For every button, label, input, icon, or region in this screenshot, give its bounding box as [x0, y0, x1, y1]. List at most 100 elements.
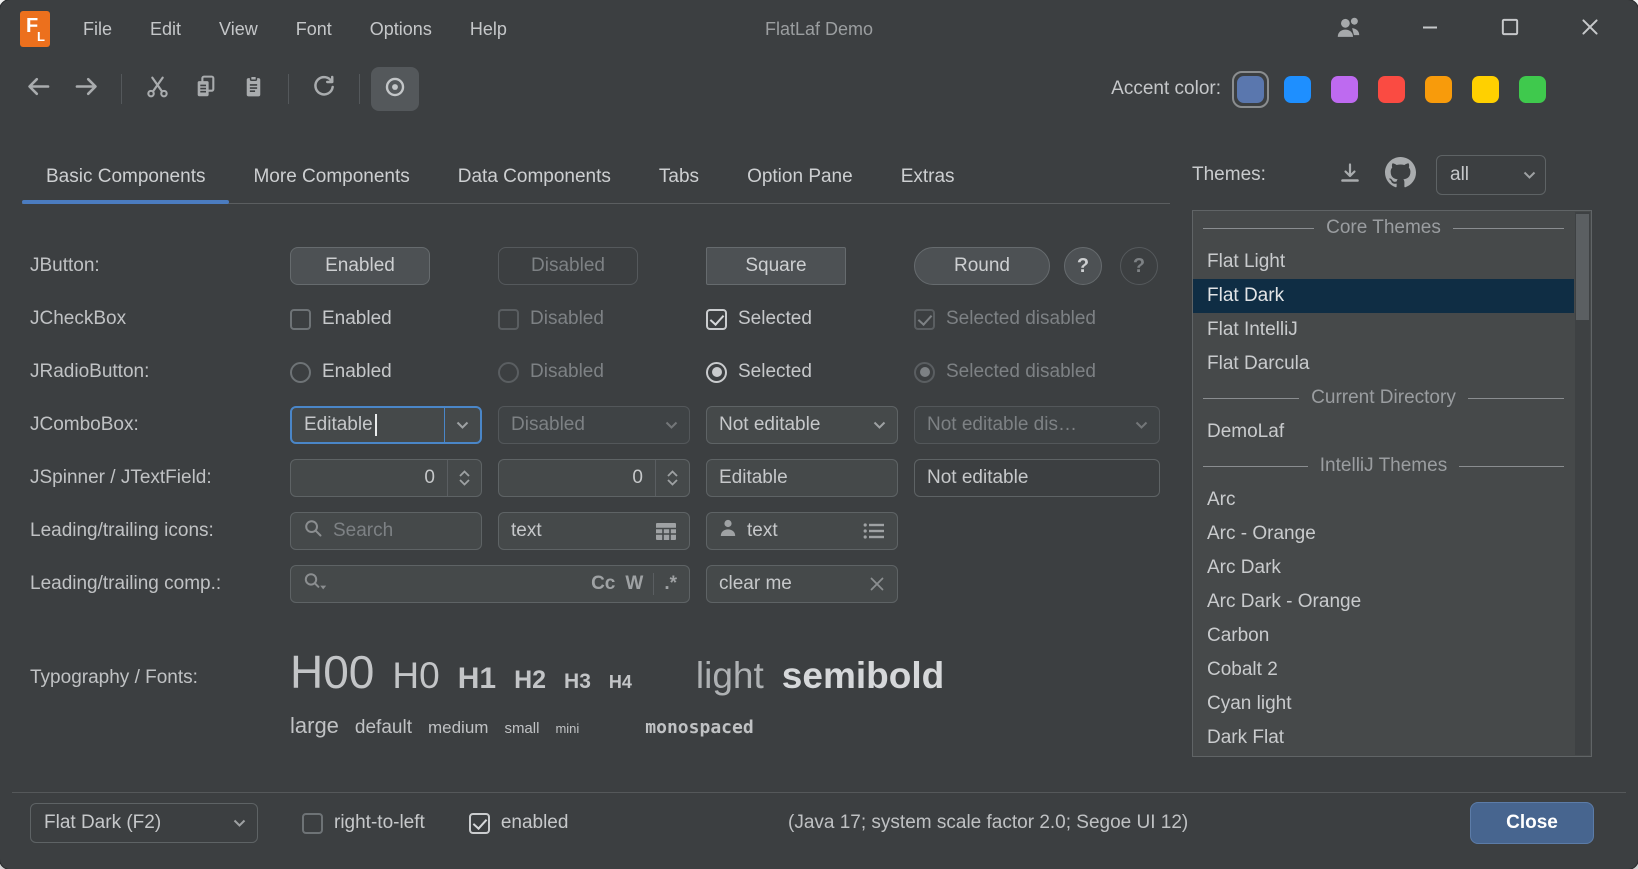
minimize-button[interactable]: [1390, 0, 1470, 58]
theme-item-carbon[interactable]: Carbon: [1193, 619, 1574, 653]
menu-help[interactable]: Help: [451, 0, 526, 58]
theme-item-arc-dark[interactable]: Arc Dark: [1193, 551, 1574, 585]
cut-button[interactable]: [133, 67, 181, 111]
accent-swatch-yellow[interactable]: [1472, 76, 1499, 103]
checkbox-option-enabled[interactable]: Enabled: [290, 308, 392, 330]
theme-item-flat-light[interactable]: Flat Light: [1193, 245, 1574, 279]
text-field-person-list[interactable]: text: [706, 512, 898, 550]
accent-swatch-default-blue[interactable]: [1237, 76, 1264, 103]
typography-headings: H00H0H1H2H3H4lightsemibold: [290, 645, 944, 699]
match-case-toggle[interactable]: Cc: [591, 573, 615, 595]
enabled-button[interactable]: Enabled: [290, 247, 430, 285]
paste-button[interactable]: [229, 67, 277, 111]
combobox-editable-value: Editable: [304, 414, 373, 436]
show-button[interactable]: [371, 67, 419, 111]
table-icon[interactable]: [655, 522, 677, 541]
typography-h00: H00: [290, 645, 374, 699]
textfield-editable[interactable]: Editable: [706, 459, 898, 497]
round-button[interactable]: Round: [914, 247, 1050, 285]
accent-swatch-green[interactable]: [1519, 76, 1546, 103]
themes-filter-combobox[interactable]: all: [1436, 155, 1546, 195]
checkbox-enabled[interactable]: [290, 309, 311, 330]
theme-item-flat-darcula[interactable]: Flat Darcula: [1193, 347, 1574, 381]
tab-basic-components[interactable]: Basic Components: [22, 150, 229, 204]
spinner-arrows-icon[interactable]: [655, 460, 689, 496]
spinner-2[interactable]: 0: [498, 459, 690, 497]
chevron-down-icon[interactable]: [861, 407, 897, 443]
accent-swatch-purple[interactable]: [1331, 76, 1358, 103]
accent-swatch-red[interactable]: [1378, 76, 1405, 103]
flatlaf-logo-icon: F L: [20, 11, 50, 47]
close-window-button[interactable]: [1550, 0, 1630, 58]
download-icon[interactable]: [1337, 161, 1363, 190]
lookandfeel-value: Flat Dark (F2): [31, 812, 221, 834]
menu-options[interactable]: Options: [351, 0, 451, 58]
icons-row-label: Leading/trailing icons:: [30, 520, 274, 542]
combobox-editable[interactable]: Editable: [290, 406, 482, 444]
theme-item-demolaf[interactable]: DemoLaf: [1193, 415, 1574, 449]
text-field-person-value: text: [747, 520, 778, 542]
spinner-arrows-icon[interactable]: [447, 460, 481, 496]
menu-view[interactable]: View: [200, 0, 277, 58]
tab-tabs[interactable]: Tabs: [635, 150, 723, 204]
theme-item-arc-orange[interactable]: Arc - Orange: [1193, 517, 1574, 551]
tab-extras[interactable]: Extras: [877, 150, 979, 204]
text-field-table[interactable]: text: [498, 512, 690, 550]
chevron-down-icon[interactable]: [444, 408, 480, 442]
paste-icon: [241, 74, 266, 104]
radio-enabled[interactable]: [290, 362, 311, 383]
close-button[interactable]: Close: [1470, 802, 1594, 844]
enabled-checkbox[interactable]: [469, 813, 490, 834]
menu-file[interactable]: File: [64, 0, 131, 58]
radio-selected[interactable]: [706, 362, 727, 383]
search-dropdown-icon[interactable]: [303, 571, 328, 597]
checkbox-selected[interactable]: [706, 309, 727, 330]
copy-button[interactable]: [181, 67, 229, 111]
refresh-button[interactable]: [300, 67, 348, 111]
github-icon[interactable]: [1385, 157, 1416, 193]
accent-swatches: [1237, 76, 1546, 103]
combobox-not-editable[interactable]: Not editable: [706, 406, 898, 444]
radio-option-enabled[interactable]: Enabled: [290, 361, 392, 383]
back-button[interactable]: [14, 67, 62, 111]
clearable-field[interactable]: clear me: [706, 565, 898, 603]
theme-item-cyan-light[interactable]: Cyan light: [1193, 687, 1574, 721]
spinner-1[interactable]: 0: [290, 459, 482, 497]
theme-item-arc[interactable]: Arc: [1193, 483, 1574, 517]
square-button[interactable]: Square: [706, 247, 846, 285]
enabled-option[interactable]: enabled: [469, 812, 569, 834]
theme-item-flat-dark[interactable]: Flat Dark: [1193, 279, 1574, 313]
accent-swatch-blue[interactable]: [1284, 76, 1311, 103]
textfield-editable-value: Editable: [719, 467, 788, 489]
search-options-field[interactable]: Cc W .*: [290, 565, 690, 603]
regex-toggle[interactable]: .*: [664, 573, 677, 595]
maximize-button[interactable]: [1470, 0, 1550, 58]
menu-edit[interactable]: Edit: [131, 0, 200, 58]
right-to-left-option[interactable]: right-to-left: [302, 812, 425, 834]
radio-option-selected[interactable]: Selected: [706, 361, 812, 383]
scrollbar-thumb[interactable]: [1576, 214, 1589, 320]
forward-button[interactable]: [62, 67, 110, 111]
theme-item-flat-intellij[interactable]: Flat IntelliJ: [1193, 313, 1574, 347]
clear-icon[interactable]: [869, 576, 885, 592]
radio-option-disabled: Disabled: [498, 361, 604, 383]
tab-more-components[interactable]: More Components: [229, 150, 433, 204]
menu-font[interactable]: Font: [277, 0, 351, 58]
help-button[interactable]: ?: [1064, 247, 1102, 285]
checkbox-option-selected[interactable]: Selected: [706, 308, 812, 330]
theme-list-scrollbar[interactable]: [1575, 212, 1590, 755]
list-icon[interactable]: [863, 522, 885, 540]
tab-option-pane[interactable]: Option Pane: [723, 150, 877, 204]
tab-data-components[interactable]: Data Components: [434, 150, 635, 204]
whole-word-toggle[interactable]: W: [625, 573, 643, 595]
theme-item-arc-dark-orange[interactable]: Arc Dark - Orange: [1193, 585, 1574, 619]
right-to-left-checkbox[interactable]: [302, 813, 323, 834]
menubar: FileEditViewFontOptionsHelp: [64, 0, 526, 58]
lookandfeel-combobox[interactable]: Flat Dark (F2): [30, 803, 258, 843]
theme-item-cobalt-2[interactable]: Cobalt 2: [1193, 653, 1574, 687]
accent-swatch-orange[interactable]: [1425, 76, 1452, 103]
theme-item-dark-flat[interactable]: Dark Flat: [1193, 721, 1574, 755]
users-button[interactable]: [1310, 0, 1390, 58]
search-field[interactable]: Search: [290, 512, 482, 550]
themes-label: Themes:: [1192, 164, 1266, 186]
